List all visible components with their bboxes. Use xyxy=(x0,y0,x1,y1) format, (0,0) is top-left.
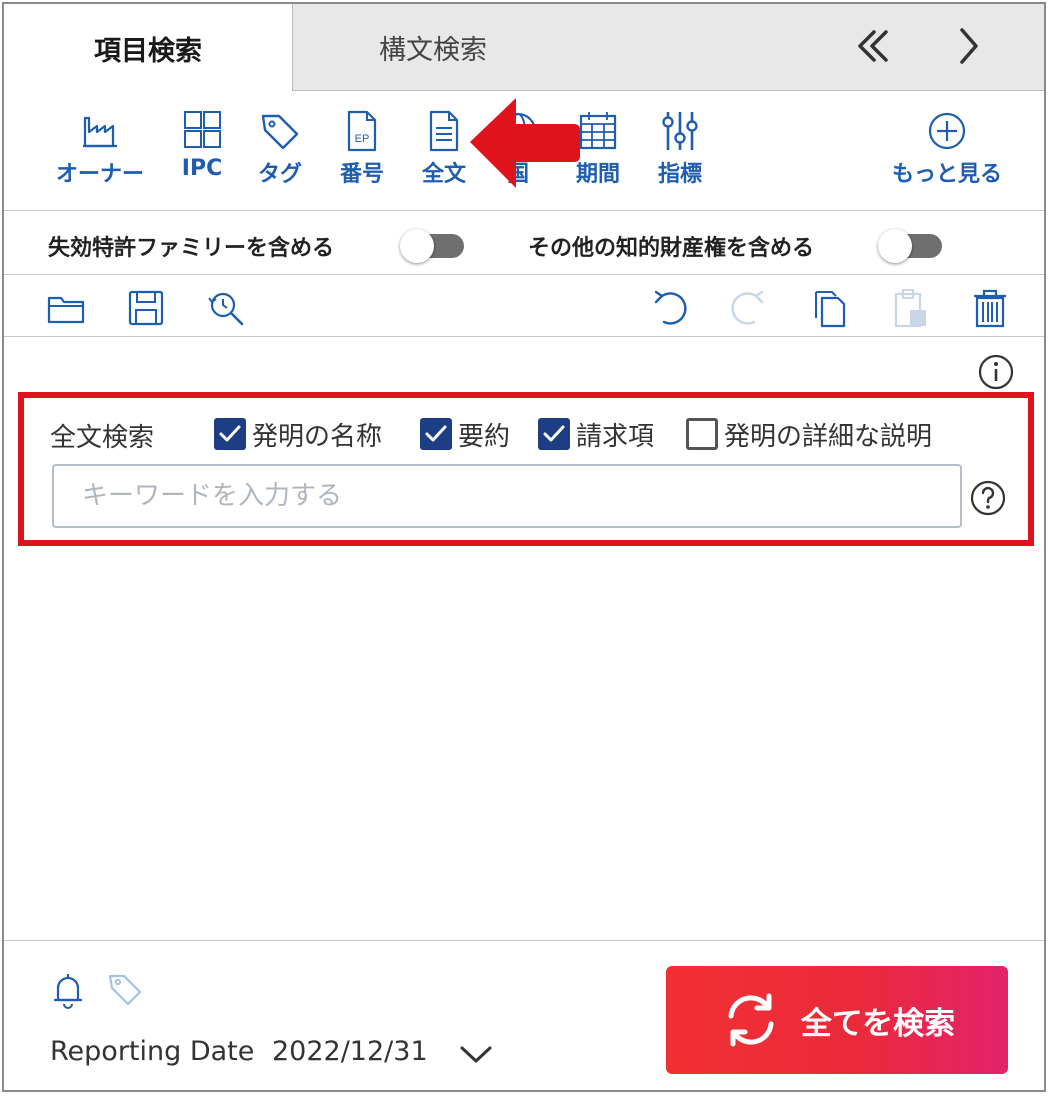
toolbar-more[interactable]: もっと見る xyxy=(882,108,1012,192)
search-all-label: 全てを検索 xyxy=(800,1005,956,1042)
toolbar-fulltext-label: 全文 xyxy=(421,162,466,187)
save-icon[interactable] xyxy=(124,286,168,330)
toolbar-ipc-label: IPC xyxy=(181,156,223,181)
checkbox-checked-icon xyxy=(538,418,570,450)
divider xyxy=(4,940,1044,941)
include-expired-family-toggle[interactable] xyxy=(400,229,464,263)
checkbox-claims[interactable]: 請求項 xyxy=(538,415,654,453)
chevron-down-icon[interactable] xyxy=(456,1034,496,1074)
checkbox-claims-label: 請求項 xyxy=(576,421,655,452)
help-icon[interactable] xyxy=(968,478,1008,518)
toolbar-owner-label: オーナー xyxy=(55,162,144,187)
trash-icon[interactable] xyxy=(968,286,1012,330)
info-icon[interactable] xyxy=(976,352,1016,392)
tab-field-search[interactable]: 項目検索 xyxy=(4,4,292,92)
include-other-ip-label: その他の知的財産権を含める xyxy=(528,236,815,261)
paste-icon[interactable] xyxy=(888,286,932,330)
toolbar-tag-label: タグ xyxy=(257,162,302,187)
undo-icon[interactable] xyxy=(648,286,692,330)
grid-icon xyxy=(184,111,221,148)
chevron-right-icon[interactable] xyxy=(948,24,992,68)
checkbox-detailed-description-label: 発明の詳細な説明 xyxy=(724,421,933,452)
fulltext-search-label: 全文検索 xyxy=(50,423,155,453)
folder-icon[interactable] xyxy=(44,286,88,330)
factory-icon xyxy=(83,116,117,148)
checkbox-abstract[interactable]: 要約 xyxy=(420,415,510,453)
toolbar-indicator-label: 指標 xyxy=(657,162,702,187)
copy-icon[interactable] xyxy=(808,286,852,330)
include-expired-family-label: 失効特許ファミリーを含める xyxy=(48,236,335,261)
sliders-icon xyxy=(662,112,698,150)
document-icon xyxy=(429,110,459,152)
checkbox-checked-icon xyxy=(214,418,246,450)
checkbox-unchecked-icon xyxy=(686,418,718,450)
checkbox-invention-title-label: 発明の名称 xyxy=(252,421,383,452)
tab-syntax-search[interactable]: 構文検索 xyxy=(292,4,1044,91)
tab-field-search-label: 項目検索 xyxy=(94,35,202,67)
toolbar-number-label: 番号 xyxy=(339,162,384,187)
divider xyxy=(4,274,1044,275)
ep-document-icon: EP xyxy=(347,110,377,152)
keyword-input[interactable] xyxy=(52,464,962,528)
toolbar-more-label: もっと見る xyxy=(891,162,1002,187)
arrow-callout-icon xyxy=(464,94,584,194)
redo-icon[interactable] xyxy=(726,286,770,330)
include-other-ip-toggle[interactable] xyxy=(878,229,942,263)
plus-circle-icon xyxy=(928,112,966,150)
bell-icon[interactable] xyxy=(48,968,88,1012)
toolbar-owner[interactable]: オーナー xyxy=(52,108,148,192)
double-chevron-left-icon[interactable] xyxy=(852,24,896,68)
tag-icon xyxy=(261,114,299,150)
refresh-icon xyxy=(728,993,774,1047)
search-panel: 項目検索 構文検索 オーナー IPC タグ EP 番号 全文 国 期間 指標 も… xyxy=(2,2,1046,1092)
reporting-date-value[interactable]: 2022/12/31 xyxy=(272,1036,428,1067)
checkbox-detailed-description[interactable]: 発明の詳細な説明 xyxy=(686,415,932,453)
checkbox-abstract-label: 要約 xyxy=(458,421,511,452)
toolbar-indicator[interactable]: 指標 xyxy=(632,108,728,192)
checkbox-invention-title[interactable]: 発明の名称 xyxy=(214,415,382,453)
history-search-icon[interactable] xyxy=(204,286,248,330)
tab-syntax-search-label: 構文検索 xyxy=(379,35,487,66)
divider xyxy=(4,210,1044,211)
svg-text:EP: EP xyxy=(355,133,370,145)
checkbox-checked-icon xyxy=(420,418,452,450)
tag-icon[interactable] xyxy=(106,968,146,1012)
divider xyxy=(4,336,1044,337)
search-all-button[interactable]: 全てを検索 xyxy=(666,966,1008,1074)
reporting-date-label: Reporting Date xyxy=(50,1036,255,1067)
